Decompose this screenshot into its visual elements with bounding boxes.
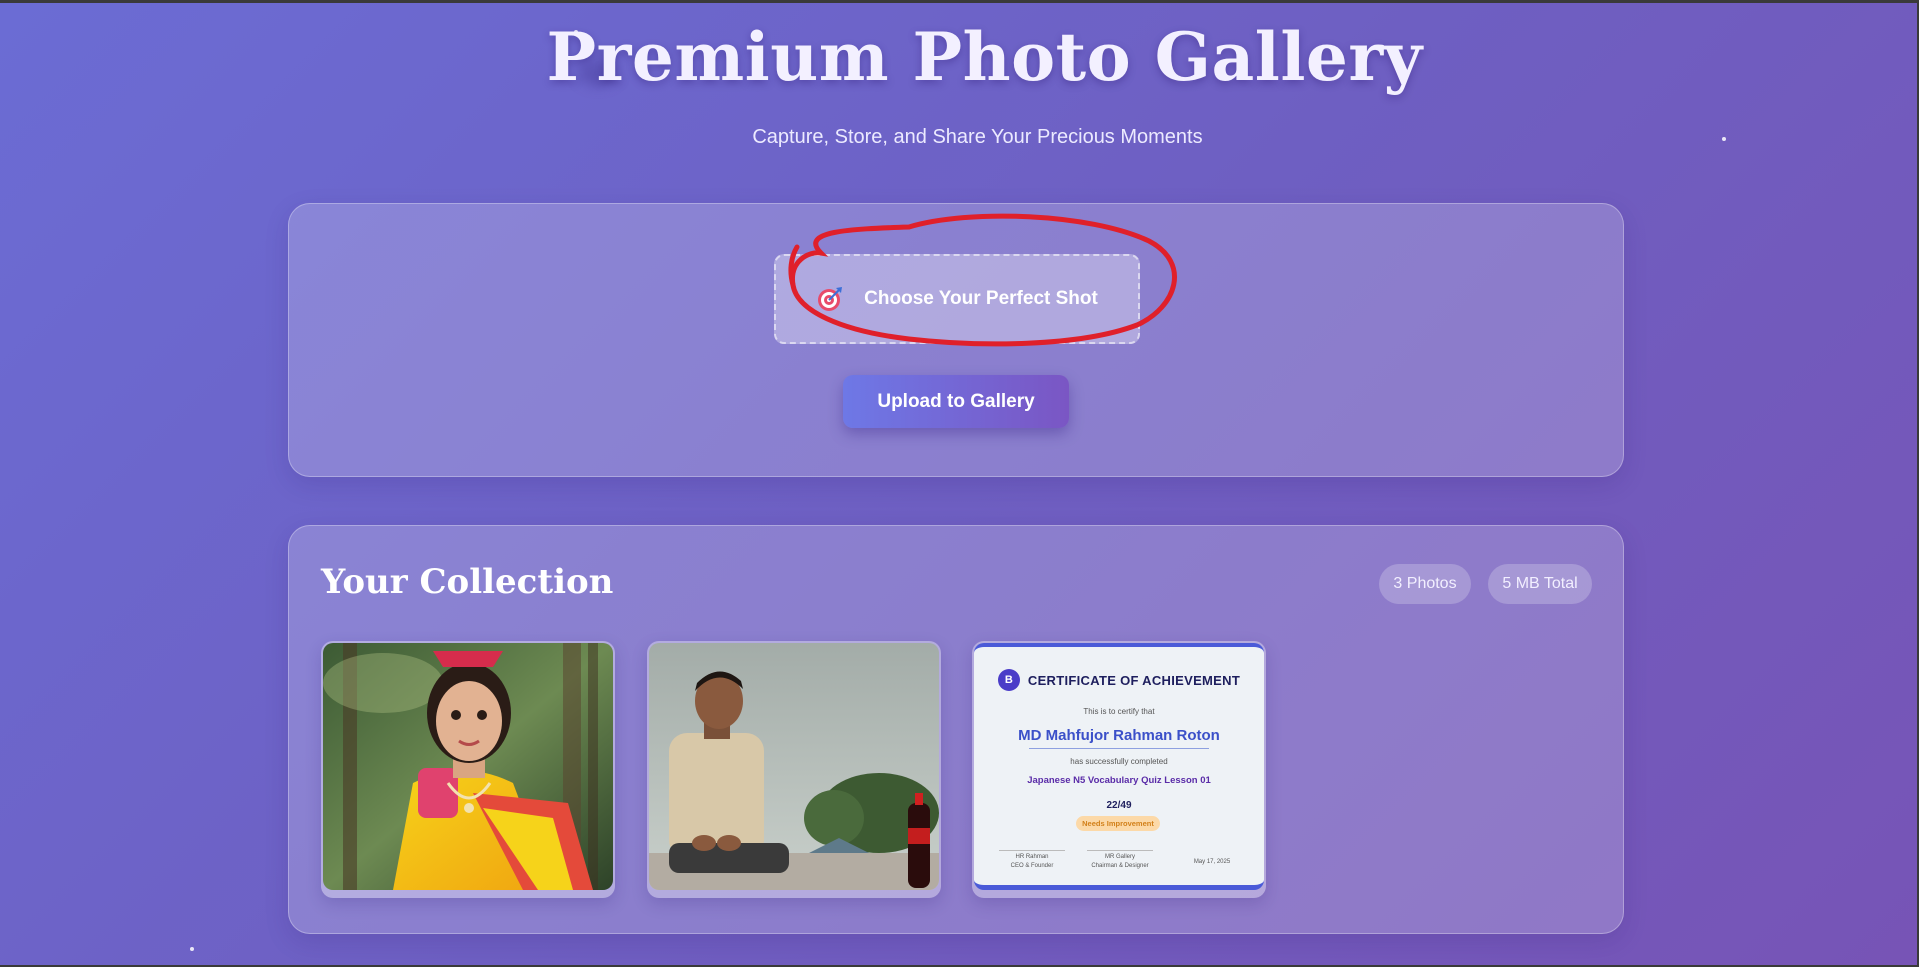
- signature-2-role: Chairman & Designer: [1091, 863, 1149, 869]
- page-title: Premium Photo Gallery: [546, 18, 1423, 96]
- page-subtitle: Capture, Store, and Share Your Precious …: [752, 126, 1203, 148]
- certificate-photo: B CERTIFICATE OF ACHIEVEMENT This is to …: [974, 643, 1264, 890]
- certificate-completion-text: has successfully completed: [1070, 757, 1168, 766]
- upload-to-gallery-button[interactable]: Upload to Gallery: [843, 375, 1069, 428]
- certificate-signature-1: HR Rahman CEO & Founder: [999, 850, 1065, 871]
- certificate-status-badge: Needs Improvement: [1076, 816, 1160, 831]
- upload-panel: Choose Your Perfect Shot Upload to Galle…: [288, 203, 1624, 477]
- certificate-date: May 17, 2025: [1193, 859, 1231, 865]
- total-size-badge: 5 MB Total: [1488, 564, 1592, 604]
- choose-file-label: Choose Your Perfect Shot: [864, 288, 1098, 309]
- certificate-signature-2: MR Gallery Chairman & Designer: [1087, 850, 1153, 871]
- certificate-logo-icon: B: [997, 669, 1020, 691]
- photo-card-girl[interactable]: [321, 641, 615, 898]
- window-top-border: [0, 0, 1919, 3]
- man-seated-outdoors-photo: [649, 643, 939, 890]
- sparkle-decoration: [190, 947, 194, 951]
- certificate-score: 22/49: [1106, 800, 1132, 811]
- signature-2-name: MR Gallery: [1104, 854, 1135, 860]
- choose-file-button[interactable]: Choose Your Perfect Shot: [774, 254, 1140, 344]
- signature-1-name: HR Rahman: [1015, 854, 1049, 860]
- photo-card-certificate[interactable]: B CERTIFICATE OF ACHIEVEMENT This is to …: [972, 641, 1266, 898]
- collection-title: Your Collection: [321, 562, 614, 602]
- certificate-intro-text: This is to certify that: [1083, 707, 1155, 716]
- certificate-title: CERTIFICATE OF ACHIEVEMENT: [1027, 672, 1241, 688]
- signature-1-role: CEO & Founder: [1010, 863, 1054, 869]
- certificate-header: B CERTIFICATE OF ACHIEVEMENT: [974, 669, 1264, 691]
- certificate-recipient-name: MD Mahfujor Rahman Roton: [1018, 727, 1220, 744]
- collection-panel: Your Collection 3 Photos 5 MB Total B CE…: [288, 525, 1624, 934]
- certificate-divider: [1029, 748, 1209, 749]
- girl-in-yellow-saree-photo: [323, 643, 613, 890]
- target-icon: [816, 285, 844, 313]
- certificate-course: Japanese N5 Vocabulary Quiz Lesson 01: [1027, 775, 1211, 786]
- photo-card-man[interactable]: [647, 641, 941, 898]
- photo-count-badge: 3 Photos: [1379, 564, 1471, 604]
